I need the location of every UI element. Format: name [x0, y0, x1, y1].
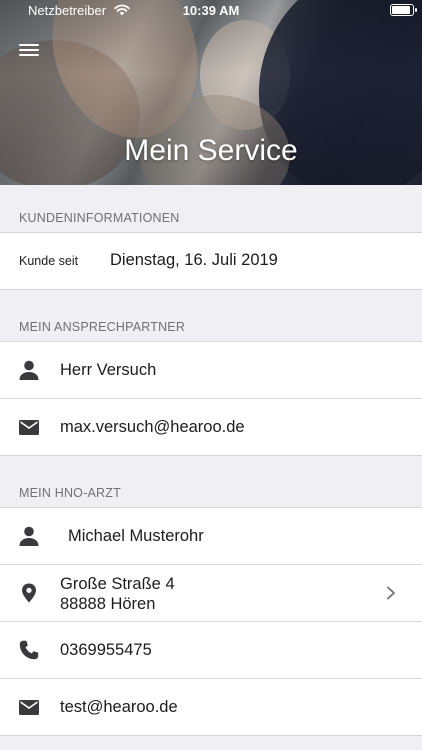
- customer-since-label: Kunde seit: [19, 254, 79, 268]
- doctor-phone[interactable]: 0369955475: [60, 641, 152, 660]
- section-header-contact: MEIN ANSPRECHPARTNER: [19, 320, 186, 334]
- section-header-doctor: MEIN HNO-ARZT: [19, 486, 121, 500]
- doctor-email-row[interactable]: test@hearoo.de: [0, 679, 422, 735]
- contact-name: Herr Versuch: [60, 361, 157, 379]
- doctor-address-row[interactable]: Große Straße 4 88888 Hören: [0, 565, 422, 621]
- doctor-street: Große Straße 4: [60, 575, 175, 593]
- doctor-city: 88888 Hören: [60, 595, 156, 613]
- envelope-icon: [19, 420, 39, 435]
- customer-since-row: Kunde seit Dienstag, 16. Juli 2019: [0, 233, 422, 289]
- doctor-phone-row[interactable]: 0369955475: [0, 622, 422, 678]
- section-header-customer: KUNDENINFORMATIONEN: [19, 211, 180, 225]
- page-title: Mein Service: [124, 134, 298, 167]
- doctor-email[interactable]: test@hearoo.de: [60, 698, 178, 717]
- doctor-name: Michael Musterohr: [68, 527, 204, 545]
- phone-icon: [19, 640, 39, 660]
- map-pin-icon: [22, 583, 36, 603]
- envelope-icon: [19, 700, 39, 715]
- customer-since-value: Dienstag, 16. Juli 2019: [110, 251, 278, 269]
- status-bar: Netzbetreiber 10:39 AM: [0, 0, 422, 22]
- person-icon: [19, 526, 39, 546]
- contact-name-row[interactable]: Herr Versuch: [0, 342, 422, 398]
- contact-email-row[interactable]: max.versuch@hearoo.de: [0, 399, 422, 455]
- person-icon: [19, 360, 39, 380]
- status-time: 10:39 AM: [182, 3, 240, 18]
- doctor-name-row[interactable]: Michael Musterohr: [0, 508, 422, 564]
- chevron-right-icon[interactable]: [386, 586, 396, 600]
- hamburger-menu-icon[interactable]: [19, 42, 39, 58]
- contact-email: max.versuch@hearoo.de: [60, 418, 245, 436]
- battery-icon: [390, 4, 417, 16]
